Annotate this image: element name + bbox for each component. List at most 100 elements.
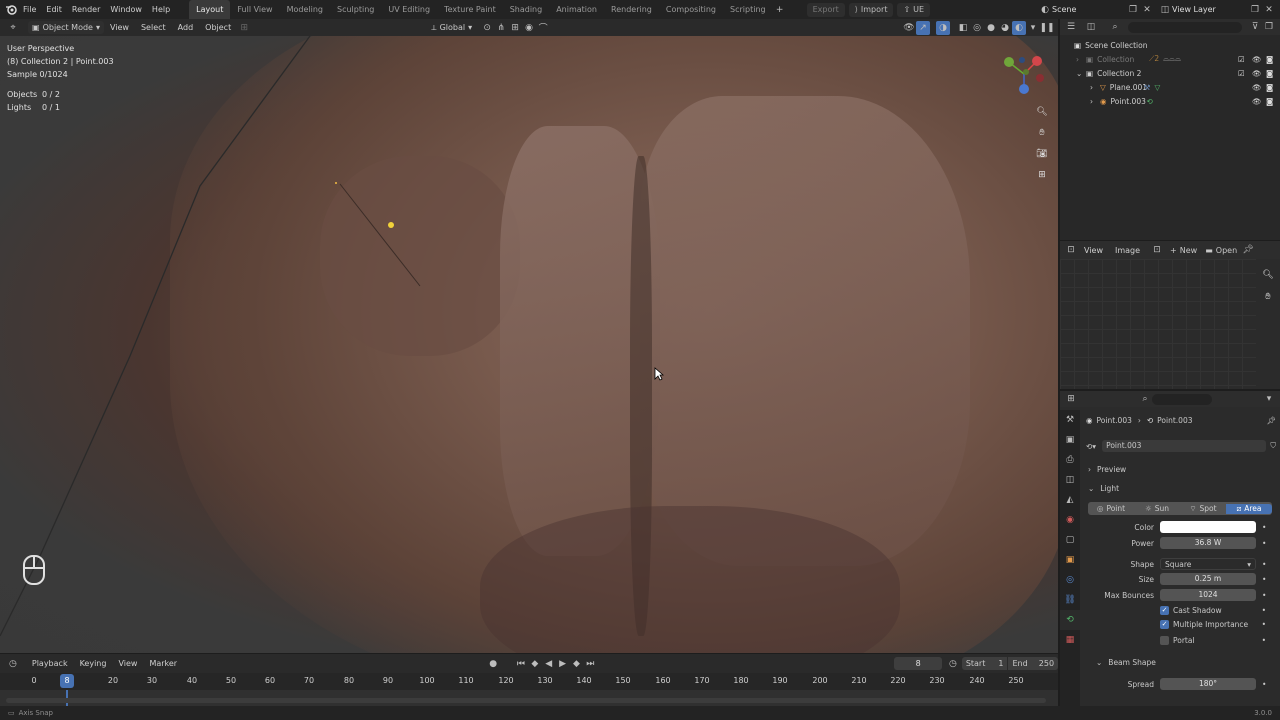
timeline-menu-playback[interactable]: Playback [26,659,74,668]
eye-icon[interactable]: 👁︎ [1252,69,1262,78]
outliner-search-input[interactable] [1128,21,1242,33]
multiple-importance-checkbox[interactable]: ✓ [1160,619,1169,629]
cast-shadow-checkbox[interactable]: ✓ [1160,605,1169,615]
ortho-grid-icon[interactable]: ⊞ [1034,167,1050,183]
shading-rendered-icon[interactable]: ◐ [1012,20,1026,35]
jump-start-icon[interactable]: ⏮ [514,657,528,671]
light-type-sun[interactable]: ☼ Sun [1134,504,1180,513]
panel-light[interactable]: ⌄ Light [1080,481,1280,495]
outliner-item-collection-2[interactable]: ⌄ ▣ Collection 2 ☑ 👁︎ ◙ [1060,66,1280,80]
overlay-toggle-icon[interactable]: ◑ [936,20,950,35]
tab-shading[interactable]: Shading [503,0,550,19]
image-editor-canvas[interactable] [1060,259,1256,389]
snap-target-icon[interactable]: ⊞ [508,21,522,35]
viewport-menu-object[interactable]: Object [199,23,237,32]
panel-beam-shape[interactable]: ⌄ Beam Shape [1080,655,1280,669]
menu-edit[interactable]: Edit [41,0,67,19]
tab-full-view[interactable]: Full View [230,0,279,19]
gizmo-toggle-icon[interactable]: ↗ [916,20,930,35]
start-frame-field[interactable]: Start 1 [961,657,1008,670]
delete-view-layer-icon[interactable]: ✕ [1262,3,1276,17]
proportional-edit-icon[interactable]: ◉ [522,21,536,35]
eye-icon[interactable]: 👁︎ [1252,97,1262,106]
checkbox-icon[interactable]: ☑ [1238,55,1245,64]
add-workspace-icon[interactable]: + [773,3,787,17]
view-layer-name[interactable]: View Layer [1172,5,1248,14]
shading-wireframe-icon[interactable]: ◎ [970,21,984,35]
export-button[interactable]: Export [806,2,845,17]
scene-icon[interactable]: ◐ [1038,3,1052,17]
checkbox-icon[interactable]: ☑ [1238,69,1245,78]
properties-search-input[interactable] [1152,393,1212,405]
outliner-editor-icon[interactable]: ☰ [1064,20,1078,34]
world-tab-icon[interactable]: ◉ [1060,510,1080,530]
falloff-icon[interactable]: ⌒ [536,21,550,35]
play-icon[interactable]: ▶ [556,657,570,671]
zoom-icon[interactable]: 🔍︎ [1260,267,1276,283]
eye-icon[interactable]: 👁︎ [1252,83,1262,92]
collection-tab-icon[interactable]: ▢ [1060,530,1080,550]
keyframe-dot-icon[interactable]: • [1262,680,1266,689]
properties-editor-icon[interactable]: ⊞ [1064,392,1078,406]
render-camera-icon[interactable]: ◙ [1266,55,1273,64]
chevron-down-icon[interactable]: ▾ [1262,392,1276,406]
shading-solid-icon[interactable]: ● [984,21,998,35]
editor-type-icon[interactable]: ⌖ [6,21,20,35]
menu-render[interactable]: Render [67,0,105,19]
jump-end-icon[interactable]: ⏭ [583,657,597,671]
outliner-scene-collection[interactable]: ▣ Scene Collection [1060,38,1280,52]
portal-checkbox[interactable] [1160,635,1169,645]
delete-scene-icon[interactable]: ✕ [1140,3,1154,17]
record-icon[interactable]: ● [486,657,500,671]
viewport-menu-add[interactable]: Add [172,23,200,32]
timeline-body[interactable] [0,690,1058,706]
copy-view-layer-icon[interactable]: ❐ [1248,3,1262,17]
light-type-area[interactable]: ⧄ Area [1226,503,1272,514]
keyframe-dot-icon[interactable]: • [1262,620,1266,629]
tool-tab-icon[interactable]: ⚒ [1060,410,1080,430]
viewport-menu-select[interactable]: Select [135,23,172,32]
tab-modeling[interactable]: Modeling [280,0,330,19]
search-icon[interactable]: ⌕ [1108,20,1122,34]
scene-name[interactable]: Scene [1052,5,1126,14]
display-mode-icon[interactable]: ◫ [1084,20,1098,34]
timeline-scrollbar[interactable] [6,698,1046,703]
tab-rendering[interactable]: Rendering [604,0,659,19]
new-collection-icon[interactable]: ❐ [1262,20,1276,34]
light-type-spot[interactable]: ⌔ Spot [1180,504,1226,514]
menu-window[interactable]: Window [105,0,147,19]
outliner-item-point[interactable]: › ◉ Point.003 ⟲ 👁︎ ◙ [1060,94,1280,108]
object-tab-icon[interactable]: ▣ [1060,550,1080,570]
expand-arrow-icon[interactable]: › [1076,55,1086,64]
datablock-name-field[interactable]: Point.003 [1102,440,1267,452]
render-camera-icon[interactable]: ◙ [1266,83,1273,92]
collapse-arrow-icon[interactable]: ⌄ [1076,69,1086,78]
copy-scene-icon[interactable]: ❐ [1126,3,1140,17]
shading-material-icon[interactable]: ◕ [998,21,1012,35]
keyframe-dot-icon[interactable]: • [1262,636,1266,645]
image-editor-type-icon[interactable]: ⊡ [1064,243,1078,257]
keyframe-dot-icon[interactable]: • [1262,539,1266,548]
view-layer-icon[interactable]: ◫ [1158,3,1172,17]
power-field[interactable]: 36.8 W [1160,537,1256,549]
shape-dropdown[interactable]: Square ▾ [1160,558,1256,570]
size-field[interactable]: 0.25 m [1160,573,1256,585]
tool-settings-icon[interactable]: ⊞ [237,21,251,35]
menu-help[interactable]: Help [147,0,175,19]
menu-file[interactable]: File [18,0,41,19]
tab-layout[interactable]: Layout [189,0,231,19]
render-camera-icon[interactable]: ◙ [1266,97,1273,106]
max-bounces-field[interactable]: 1024 [1160,589,1256,601]
expand-arrow-icon[interactable]: › [1090,97,1100,106]
shading-options-icon[interactable]: ▾ [1026,21,1040,35]
playhead[interactable]: 8 [60,674,74,688]
outliner-item-collection[interactable]: › ▣ Collection ⟋2 ⌓⌓⌓ ☑ 👁︎ ◙ [1060,52,1280,66]
visibility-icon[interactable]: 👁 [902,21,916,35]
navigation-gizmo[interactable] [1000,50,1050,100]
viewport-menu-view[interactable]: View [104,23,135,32]
zoom-icon[interactable]: 🔍︎ [1034,104,1050,120]
play-reverse-icon[interactable]: ◀ [542,657,556,671]
camera-icon[interactable]: 📷︎ [1034,146,1050,162]
tab-texture-paint[interactable]: Texture Paint [437,0,503,19]
keyframe-dot-icon[interactable]: • [1262,591,1266,600]
